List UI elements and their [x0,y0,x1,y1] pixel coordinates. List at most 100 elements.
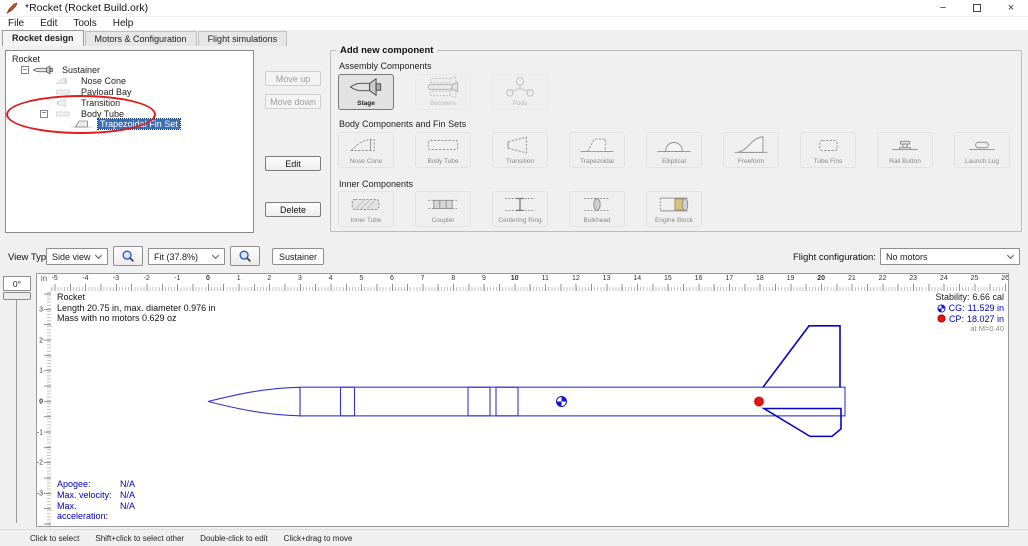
ruler-number: -2 [37,460,43,467]
tree-item-label[interactable]: Nose Cone [79,76,128,86]
move-down-button: Move down [265,94,321,109]
stability-info: Stability: 6.66 cal CG: 11.529 in CP: 18… [935,292,1004,335]
flight-config-select[interactable]: No motors [880,248,1020,265]
tree-row[interactable]: Trapezoidal Fin Set [6,119,253,130]
component-label: Boosters [428,100,458,109]
tree-item-label[interactable]: Trapezoidal Fin Set [98,119,180,129]
add-component-button[interactable]: Transition [492,132,548,168]
cg-marker [557,397,567,407]
tree-item-label[interactable]: Sustainer [60,65,102,75]
rotation-slider-track [16,296,17,523]
result-label: Max. velocity: [57,490,120,501]
component-icon [416,133,470,158]
section-label-body: Body Components and Fin Sets [339,119,466,129]
magnifier-icon [121,249,136,264]
tree-item-label[interactable]: Payload Bay [79,87,134,97]
tree-item-label[interactable]: Transition [79,98,122,108]
close-button[interactable]: × [994,0,1028,16]
ruler-number: -2 [144,275,150,282]
ruler-number: -3 [37,490,43,497]
ruler-number: 24 [940,275,948,282]
add-component-button[interactable]: Engine Block [646,191,702,227]
zoom-in-button[interactable] [113,246,143,266]
ruler-number: 18 [756,275,764,282]
delete-button[interactable]: Delete [265,202,321,217]
rocket-info-line: Mass with no motors 0.629 oz [57,313,216,324]
maximize-button[interactable] [960,0,994,16]
status-hint: Click to select [30,534,79,543]
stability-line: Stability: 6.66 cal [935,292,1004,303]
add-component-button[interactable]: Stage [338,74,394,110]
ruler-number: 22 [879,275,887,282]
tree-row[interactable]: Body Tube [6,108,253,119]
component-icon [570,133,624,158]
menu-item[interactable]: File [0,18,32,29]
status-bar: Click to selectShift+click to select oth… [0,529,1028,546]
stage-toggle-sustainer[interactable]: Sustainer [272,248,324,265]
add-component-button[interactable]: Nose Cone [338,132,394,168]
assembly-buttons: Stage Boosters Pods [338,74,548,110]
add-component-button[interactable]: Coupler [415,191,471,227]
component-label: Nose Cone [348,158,385,167]
cp-value: 18.027 in [967,314,1004,325]
ruler-number: 2 [267,275,271,282]
tree-row[interactable]: Sustainer [6,65,253,76]
cg-label: CG: [949,303,965,314]
ruler-number: 9 [482,275,486,282]
ruler-number: 1 [237,275,241,282]
tree-row[interactable]: Payload Bay [6,87,253,98]
add-component-button[interactable]: Inner Tube [338,191,394,227]
rocket-info-line: Rocket [57,292,216,303]
add-component-button[interactable]: Elliptical [646,132,702,168]
menu-item[interactable]: Tools [65,18,104,29]
add-component-button: Pods [492,74,548,110]
magnifier-icon [238,249,253,264]
menu-item[interactable]: Help [105,18,142,29]
add-component-button[interactable]: Trapezoidal [569,132,625,168]
menu-item[interactable]: Edit [32,18,65,29]
top-fin-outline[interactable] [763,326,840,387]
tab[interactable]: Motors & Configuration [85,31,197,46]
tree-root-rocket[interactable]: Rocket [6,54,253,65]
simulation-results: Apogee: N/A Max. velocity: N/A Max. acce… [57,479,135,522]
component-label: Rail Button [887,158,923,167]
nose-cone-outline[interactable] [208,387,300,415]
add-component-button[interactable]: Launch Lug [954,132,1010,168]
ruler-number: 6 [390,275,394,282]
tab[interactable]: Flight simulations [198,31,288,46]
tree-items: Sustainer Nose Cone Payload Bay Transiti… [6,65,253,130]
menu-bar: FileEditToolsHelp [0,17,1028,30]
add-new-component-panel: Add new component Assembly Components St… [330,50,1022,232]
tree-row[interactable]: Nose Cone [6,76,253,87]
panel-title: Add new component [336,45,437,56]
ruler-number: 17 [725,275,733,282]
component-icon [339,75,393,100]
tree-row[interactable]: Transition [6,97,253,108]
add-component-button[interactable]: Tube Fins [800,132,856,168]
zoom-out-button[interactable] [230,246,260,266]
ruler-number: 2 [39,337,43,344]
add-component-button[interactable]: Freeform [723,132,779,168]
rotation-slider-handle[interactable] [3,292,31,300]
zoom-level-select[interactable]: Fit (37.8%) [148,248,225,265]
ruler-number: 26 [1001,275,1008,282]
expander-icon[interactable] [40,110,48,118]
rocket-drawing-area[interactable]: RocketLength 20.75 in, max. diameter 0.9… [51,291,1008,526]
view-type-select[interactable]: Side view [46,248,108,265]
ruler-number: 7 [421,275,425,282]
component-label: Centering Ring [496,217,543,226]
vertical-ruler: 3210-1-2-3 [37,291,51,526]
add-component-button[interactable]: Centering Ring [492,191,548,227]
tree-item-label[interactable]: Body Tube [79,109,126,119]
add-component-button[interactable]: Bulkhead [569,191,625,227]
expander-icon[interactable] [21,66,29,74]
edit-button[interactable]: Edit [265,156,321,171]
tab[interactable]: Rocket design [2,30,84,46]
ruler-number: 12 [572,275,580,282]
add-component-button[interactable]: Rail Button [877,132,933,168]
add-component-button[interactable]: Body Tube [415,132,471,168]
component-tree[interactable]: Rocket Sustainer Nose Cone Payload Bay [5,50,254,233]
ruler-number: 5 [359,275,363,282]
component-label: Coupler [430,217,457,226]
minimize-button[interactable]: − [926,0,960,16]
